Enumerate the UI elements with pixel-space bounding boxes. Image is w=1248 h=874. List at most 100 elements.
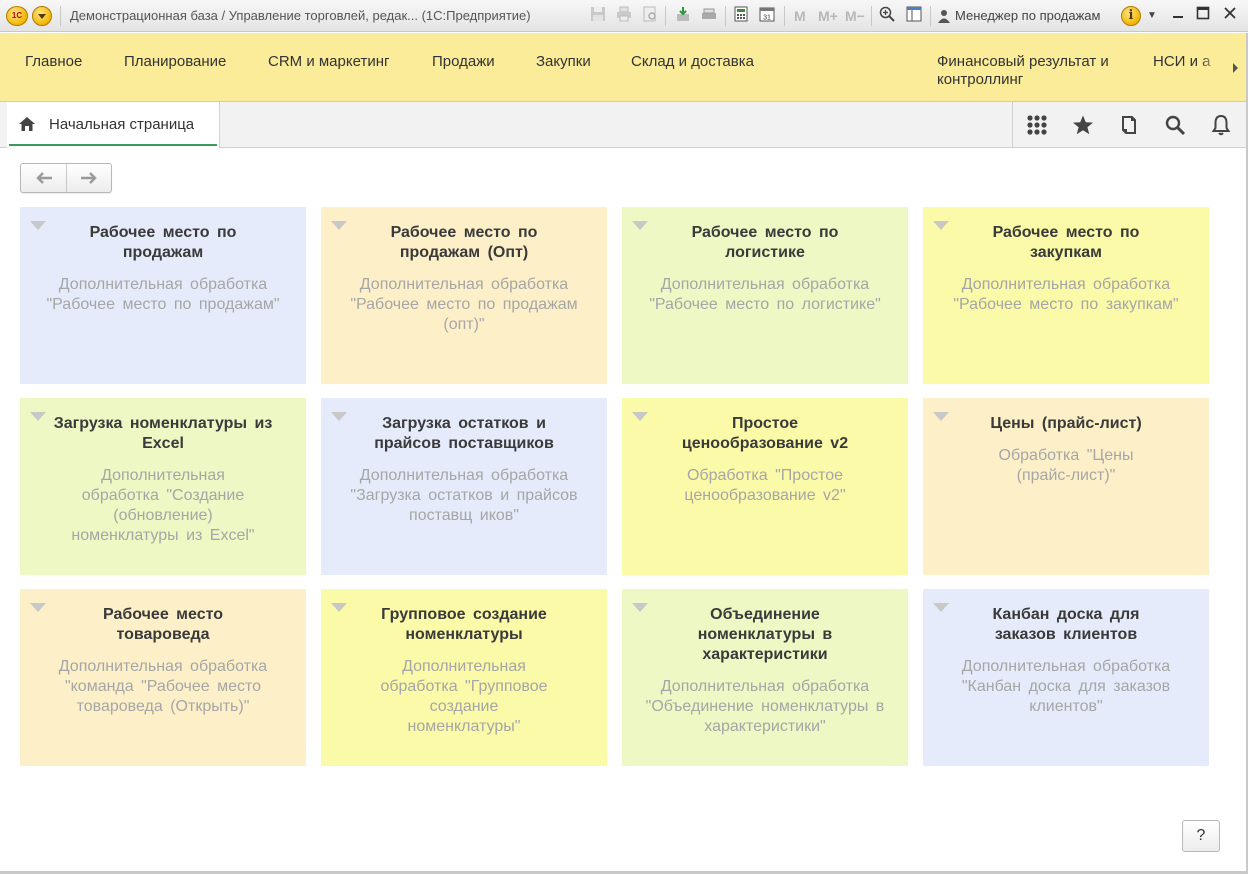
help-button[interactable]: ?: [1182, 820, 1220, 852]
maximize-icon[interactable]: [1192, 5, 1214, 27]
chevron-down-icon[interactable]: ▼: [1142, 6, 1162, 26]
forward-button[interactable]: [67, 164, 113, 192]
print-preview-icon[interactable]: [640, 6, 660, 26]
collapse-triangle-icon[interactable]: [30, 221, 46, 230]
section-purchases[interactable]: Закупки: [536, 53, 591, 71]
tile-description: Дополнительная обработка "Рабочее место …: [46, 276, 280, 313]
memory-plus-button[interactable]: M+: [818, 8, 838, 24]
tile-price-list[interactable]: Цены (прайс-лист) Обработка "Цены (прайс…: [923, 398, 1209, 575]
toolbar-separator: [930, 6, 931, 26]
arrow-right-icon: [81, 172, 97, 184]
tile-kanban-board[interactable]: Канбан доска для заказов клиентов Дополн…: [923, 589, 1209, 766]
tile-description: Дополнительная обработка "Рабочее место …: [350, 276, 578, 333]
current-user[interactable]: Менеджер по продажам: [955, 8, 1100, 23]
tile-title[interactable]: Цены (прайс-лист): [963, 414, 1169, 434]
collapse-triangle-icon[interactable]: [632, 603, 648, 612]
favorites-star-icon[interactable]: [1071, 113, 1095, 137]
panel-layout-icon[interactable]: [904, 6, 924, 26]
tile-title[interactable]: Канбан доска для заказов клиентов: [979, 605, 1153, 645]
toolbar-separator: [725, 6, 726, 26]
tile-description: Обработка "Цены (прайс-лист)": [998, 447, 1134, 484]
collapse-triangle-icon[interactable]: [933, 603, 949, 612]
collapse-triangle-icon[interactable]: [331, 221, 347, 230]
collapse-triangle-icon[interactable]: [30, 603, 46, 612]
tile-title[interactable]: Рабочее место по логистике: [662, 223, 868, 263]
collapse-triangle-icon[interactable]: [30, 412, 46, 421]
user-icon: [938, 9, 950, 28]
collapse-triangle-icon[interactable]: [331, 603, 347, 612]
tile-sales-workplace[interactable]: Рабочее место по продажам Дополнительная…: [20, 207, 306, 384]
toolbar-separator: [784, 6, 785, 26]
arrow-left-icon: [36, 172, 52, 184]
tile-logistics-workplace[interactable]: Рабочее место по логистике Дополнительна…: [622, 207, 908, 384]
navigation-buttons: [20, 163, 112, 193]
tile-title[interactable]: Рабочее место по продажам (Опт): [361, 223, 567, 263]
print-icon[interactable]: [614, 6, 634, 26]
window-title: Демонстрационная база / Управление торго…: [70, 8, 531, 23]
tile-import-items-excel[interactable]: Загрузка номенклатуры из Excel Дополните…: [20, 398, 306, 575]
minimize-icon[interactable]: [1167, 5, 1189, 27]
tile-title[interactable]: Объединение номенклатуры в характеристик…: [678, 605, 852, 665]
tile-wholesale-workplace[interactable]: Рабочее место по продажам (Опт) Дополнит…: [321, 207, 607, 384]
tools-panel: [1012, 102, 1248, 148]
memory-minus-button[interactable]: M−: [845, 8, 865, 24]
info-icon[interactable]: i: [1121, 6, 1141, 26]
section-sales[interactable]: Продажи: [432, 53, 495, 71]
main-menu-button[interactable]: [32, 6, 52, 26]
1c-logo-icon[interactable]: 1С: [6, 6, 28, 26]
tile-title[interactable]: Загрузка остатков и прайсов поставщиков: [359, 414, 569, 454]
open-windows-bar: Начальная страница: [0, 102, 1248, 148]
collapse-triangle-icon[interactable]: [632, 221, 648, 230]
calendar-icon[interactable]: 31: [757, 6, 777, 26]
close-icon[interactable]: [1219, 5, 1241, 27]
toolbar-separator: [871, 6, 872, 26]
chevron-right-icon: [1233, 63, 1238, 73]
zoom-icon[interactable]: [877, 6, 897, 26]
tile-group-item-creation[interactable]: Групповое создание номенклатуры Дополнит…: [321, 589, 607, 766]
tile-description: Обработка "Простое ценообразование v2": [684, 467, 846, 504]
history-icon[interactable]: [1117, 113, 1141, 137]
tile-import-supplier-prices[interactable]: Загрузка остатков и прайсов поставщиков …: [321, 398, 607, 575]
sections-scroll-right[interactable]: [1200, 33, 1248, 101]
save-icon[interactable]: [588, 6, 608, 26]
scanner-icon[interactable]: [699, 6, 719, 26]
tile-description: Дополнительная обработка "Создание (обно…: [71, 467, 255, 544]
calculator-icon[interactable]: [731, 6, 751, 26]
tile-description: Дополнительная обработка "Групповое созд…: [380, 658, 548, 735]
tile-purchasing-workplace[interactable]: Рабочее место по закупкам Дополнительная…: [923, 207, 1209, 384]
tile-description: Дополнительная обработка "Объединение но…: [645, 678, 885, 735]
export-icon[interactable]: [673, 6, 693, 26]
title-bar: 1С Демонстрационная база / Управление то…: [0, 0, 1248, 32]
section-planning[interactable]: Планирование: [124, 53, 226, 71]
toolbar-separator: [665, 6, 666, 26]
tile-title[interactable]: Загрузка номенклатуры из Excel: [50, 414, 276, 454]
memory-m-button[interactable]: M: [794, 8, 806, 24]
tile-description: Дополнительная обработка "команда "Рабоч…: [58, 658, 268, 715]
tile-description: Дополнительная обработка "Рабочее место …: [649, 276, 881, 313]
collapse-triangle-icon[interactable]: [933, 412, 949, 421]
tile-description: Дополнительная обработка "Загрузка остат…: [350, 467, 578, 524]
tile-title[interactable]: Рабочее место по продажам: [60, 223, 266, 263]
section-finance[interactable]: Финансовый результат и контроллинг: [937, 53, 1127, 89]
tile-title[interactable]: Простое ценообразование v2: [666, 414, 864, 454]
home-icon: [18, 116, 36, 132]
section-crm[interactable]: CRM и маркетинг: [268, 53, 389, 71]
collapse-triangle-icon[interactable]: [331, 412, 347, 421]
collapse-triangle-icon[interactable]: [933, 221, 949, 230]
tile-simple-pricing[interactable]: Простое ценообразование v2 Обработка "Пр…: [622, 398, 908, 575]
sections-panel: Главное Планирование CRM и маркетинг Про…: [0, 33, 1248, 102]
tab-home-page[interactable]: Начальная страница: [7, 102, 220, 148]
tile-title[interactable]: Рабочее место по закупкам: [963, 223, 1169, 263]
tile-title[interactable]: Групповое создание номенклатуры: [365, 605, 563, 645]
notifications-bell-icon[interactable]: [1209, 113, 1233, 137]
section-warehouse[interactable]: Склад и доставка: [631, 53, 754, 71]
collapse-triangle-icon[interactable]: [632, 412, 648, 421]
tile-merge-items-characteristics[interactable]: Объединение номенклатуры в характеристик…: [622, 589, 908, 766]
search-icon[interactable]: [1163, 113, 1187, 137]
section-main[interactable]: Главное: [25, 53, 82, 71]
back-button[interactable]: [21, 164, 67, 192]
tile-merchandiser-workplace[interactable]: Рабочее место товароведа Дополнительная …: [20, 589, 306, 766]
svg-text:31: 31: [763, 15, 771, 22]
apps-grid-icon[interactable]: [1025, 113, 1049, 137]
tile-title[interactable]: Рабочее место товароведа: [80, 605, 246, 645]
